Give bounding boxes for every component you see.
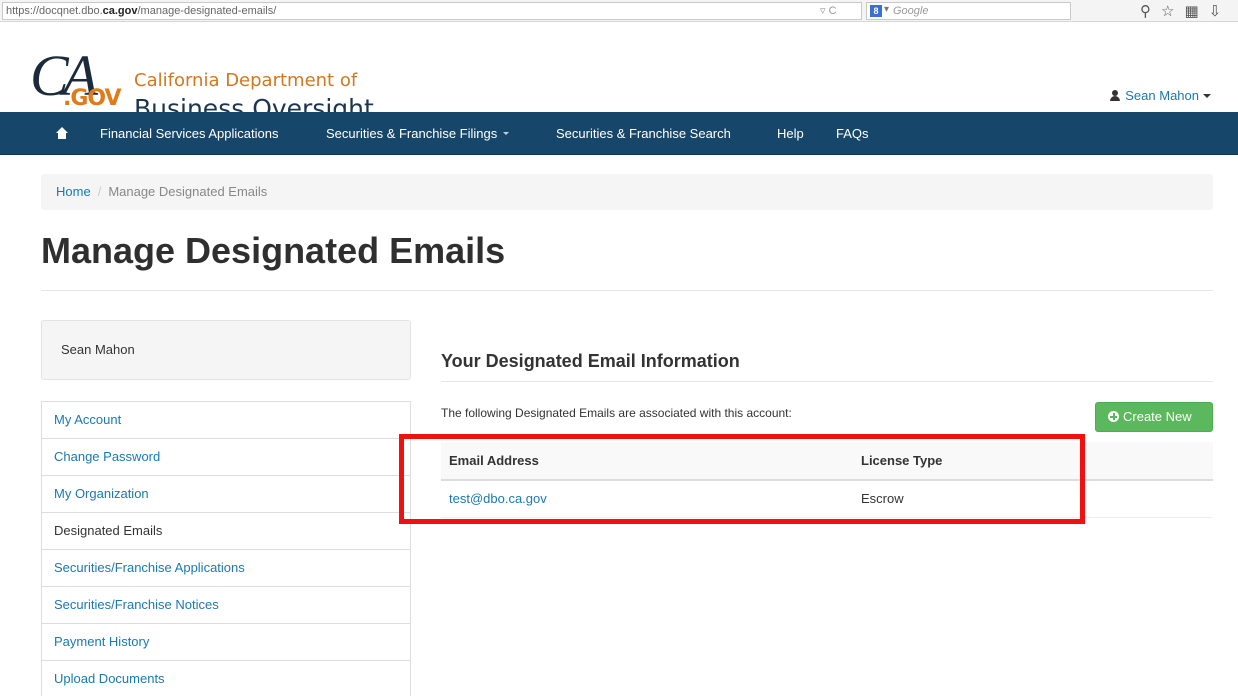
divider <box>441 381 1213 382</box>
url-path: /manage-designated-emails/ <box>137 5 277 17</box>
reload-icon[interactable]: ▿ C <box>820 4 837 17</box>
plus-circle-icon <box>1108 411 1119 422</box>
sidebar-item-upload-documents[interactable]: Upload Documents <box>42 661 410 696</box>
nav-securities-franchise-filings[interactable]: Securities & Franchise Filings <box>326 112 510 155</box>
address-bar[interactable]: https://docqnet.dbo.ca.gov/manage-design… <box>2 2 862 20</box>
caret-down-icon <box>503 132 510 135</box>
home-icon[interactable] <box>56 127 68 139</box>
create-new-label: Create New <box>1123 409 1192 424</box>
page-title: Manage Designated Emails <box>41 230 506 271</box>
create-new-button[interactable]: Create New <box>1095 402 1213 432</box>
star-icon[interactable]: ☆ <box>1161 3 1184 20</box>
url-prefix: https://docqnet.dbo. <box>6 5 103 17</box>
breadcrumb-current: Manage Designated Emails <box>108 184 268 199</box>
browser-toolbar-icons: ⚲☆▦⇩ <box>1140 2 1231 20</box>
breadcrumb-separator: / <box>97 184 102 199</box>
nav-faqs[interactable]: FAQs <box>836 112 869 155</box>
nav-financial-services-applications[interactable]: Financial Services Applications <box>100 112 278 155</box>
sidebar-item-payment-history[interactable]: Payment History <box>42 624 410 661</box>
search-engine-caret-icon[interactable]: ▾ <box>884 4 889 15</box>
url-domain: ca.gov <box>102 5 138 17</box>
nav-item-label: Securities & Franchise Filings <box>326 126 498 141</box>
user-icon <box>1109 90 1121 101</box>
nav-help[interactable]: Help <box>777 112 804 155</box>
site-header: CA .GOV California Department of Busines… <box>0 22 1238 123</box>
sidebar-item-designated-emails[interactable]: Designated Emails <box>42 513 410 550</box>
highlight-annotation <box>399 434 1085 524</box>
main-navbar: Financial Services Applications Securiti… <box>0 112 1238 155</box>
browser-toolbar: https://docqnet.dbo.ca.gov/manage-design… <box>0 0 1238 22</box>
sidebar-item-change-password[interactable]: Change Password <box>42 439 410 476</box>
sidebar-nav: My Account Change Password My Organizati… <box>41 401 411 696</box>
sidebar-item-securities-franchise-notices[interactable]: Securities/Franchise Notices <box>42 587 410 624</box>
browser-search-input[interactable]: Google <box>866 2 1071 20</box>
department-name-line1: California Department of <box>134 70 358 91</box>
caret-down-icon <box>1203 94 1211 98</box>
breadcrumb: Home / Manage Designated Emails <box>41 174 1213 210</box>
divider <box>41 290 1213 291</box>
nav-securities-franchise-search[interactable]: Securities & Franchise Search <box>556 112 731 155</box>
search-icon[interactable]: ⚲ <box>1140 3 1161 20</box>
download-icon[interactable]: ⇩ <box>1209 3 1232 20</box>
user-menu[interactable]: Sean Mahon <box>1109 88 1211 103</box>
section-title: Your Designated Email Information <box>441 351 740 371</box>
sidebar-item-my-organization[interactable]: My Organization <box>42 476 410 513</box>
search-engine-icon[interactable]: 8 <box>870 5 882 17</box>
breadcrumb-home[interactable]: Home <box>56 184 91 199</box>
gov-logo[interactable]: .GOV <box>63 86 122 111</box>
sidebar-item-my-account[interactable]: My Account <box>42 402 410 439</box>
user-menu-name: Sean Mahon <box>1125 88 1199 103</box>
intro-text: The following Designated Emails are asso… <box>441 406 792 420</box>
bookmarks-icon[interactable]: ▦ <box>1184 3 1208 20</box>
sidebar-user-panel: Sean Mahon <box>41 320 411 380</box>
search-placeholder: Google <box>893 5 929 17</box>
sidebar-item-securities-franchise-applications[interactable]: Securities/Franchise Applications <box>42 550 410 587</box>
